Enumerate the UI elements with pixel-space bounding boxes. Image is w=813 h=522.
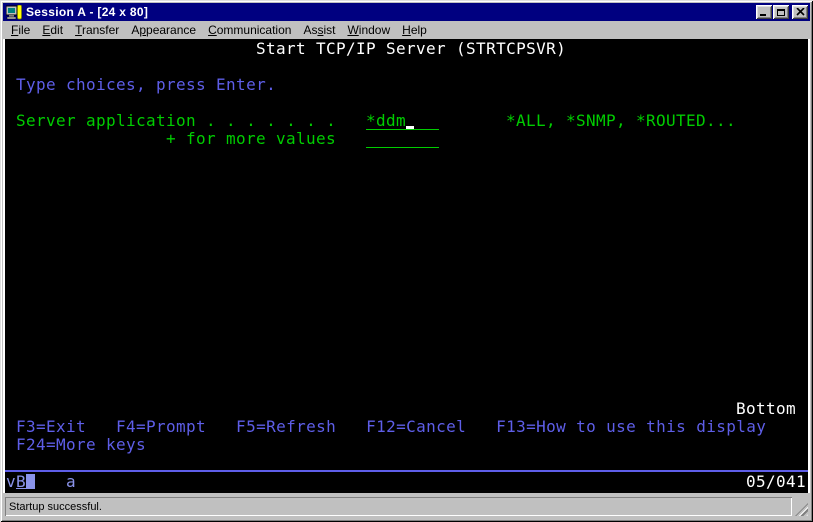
maximize-icon <box>777 8 785 16</box>
menu-item-window[interactable]: Window <box>341 22 396 38</box>
oia-separator <box>5 470 808 472</box>
menu-bar: File Edit Transfer Appearance Communicat… <box>3 21 810 39</box>
resize-grip[interactable] <box>795 503 808 516</box>
menu-item-help[interactable]: Help <box>396 22 433 38</box>
text-cursor <box>406 126 414 129</box>
oia-shift-indicator: a <box>66 472 77 491</box>
maximize-button[interactable] <box>773 5 789 19</box>
oia-cursor-position: 05/041 <box>746 472 807 491</box>
menu-item-assist[interactable]: Assist <box>297 22 341 38</box>
status-bar: Startup successful. <box>3 494 810 519</box>
title-bar[interactable]: Session A - [24 x 80] <box>3 3 810 21</box>
menu-item-communication[interactable]: Communication <box>202 22 297 38</box>
minimize-icon <box>760 14 766 16</box>
oia-indicator-2: B <box>16 472 27 491</box>
menu-item-transfer[interactable]: Transfer <box>69 22 125 38</box>
close-button[interactable] <box>792 5 808 19</box>
menu-item-edit[interactable]: Edit <box>36 22 69 38</box>
window-title: Session A - [24 x 80] <box>26 5 149 19</box>
close-icon <box>795 8 805 16</box>
bottom-marker: Bottom <box>736 399 797 418</box>
instruction-text: Type choices, press Enter. <box>16 75 277 94</box>
fkey-line-2[interactable]: F24=More keys <box>16 436 146 454</box>
app-window: Session A - [24 x 80] File Edit Transfer… <box>0 0 813 522</box>
server-application-hint: *ALL, *SNMP, *ROUTED... <box>506 111 737 130</box>
fkey-line-1[interactable]: F3=Exit F4=Prompt F5=Refresh F12=Cancel … <box>16 418 766 436</box>
terminal-screen[interactable]: Start TCP/IP Server (STRTCPSVR) Type cho… <box>3 39 810 493</box>
oia-input-inhibit-block <box>26 474 35 489</box>
status-message-panel: Startup successful. <box>5 497 792 516</box>
minimize-button[interactable] <box>756 5 772 19</box>
more-values-input[interactable] <box>366 130 439 148</box>
server-application-input[interactable]: *ddm <box>366 112 439 130</box>
menu-item-file[interactable]: File <box>5 22 36 38</box>
more-values-label: + for more values <box>166 129 337 148</box>
app-icon[interactable] <box>6 4 22 20</box>
screen-title: Start TCP/IP Server (STRTCPSVR) <box>256 39 567 58</box>
menu-item-appearance[interactable]: Appearance <box>125 22 202 38</box>
oia-indicator-1: v <box>6 472 17 491</box>
status-message: Startup successful. <box>9 500 102 513</box>
server-application-label: Server application . . . . . . . <box>16 111 337 130</box>
